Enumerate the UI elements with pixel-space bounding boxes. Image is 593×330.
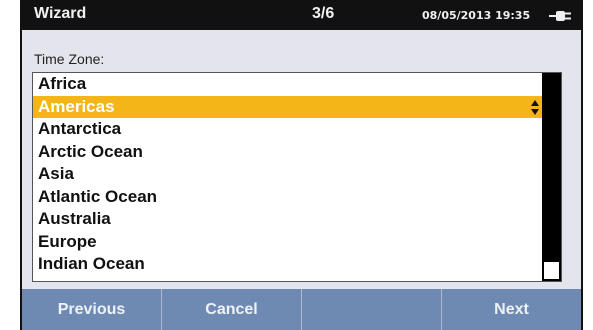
list-item-label: Atlantic Ocean	[38, 186, 158, 206]
blank-softkey[interactable]	[302, 289, 442, 330]
plug-icon	[549, 11, 571, 21]
datetime-display: 08/05/2013 19:35	[422, 9, 531, 22]
title-bar: Wizard 3/6 08/05/2013 19:35	[22, 0, 581, 30]
list-item-atlantic-ocean[interactable]: Atlantic Ocean	[33, 186, 542, 209]
list-item-label: Antarctica	[38, 119, 122, 138]
list-item-label: Arctic Ocean	[38, 141, 143, 161]
list-item-label: Australia	[38, 209, 111, 228]
cancel-button[interactable]: Cancel	[162, 289, 302, 330]
list-item-label: Africa	[38, 74, 87, 93]
list-item-europe[interactable]: Europe	[33, 231, 542, 254]
list-item-arctic-ocean[interactable]: Arctic Ocean	[33, 141, 542, 164]
list-item-label: Europe	[38, 231, 97, 251]
softkey-bar: Previous Cancel Next	[22, 289, 581, 330]
list-item-australia[interactable]: Australia	[33, 208, 542, 231]
timezone-list: Africa Americas Antarctica Arctic Ocean …	[33, 73, 542, 276]
list-item-label: Asia	[38, 164, 74, 183]
scrollbar[interactable]	[542, 73, 561, 281]
next-button[interactable]: Next	[442, 289, 581, 330]
step-indicator: 3/6	[312, 5, 335, 22]
list-item-asia[interactable]: Asia	[33, 163, 542, 186]
device-screen: Wizard 3/6 08/05/2013 19:35 Time Zone: A…	[20, 0, 583, 330]
list-item-label: Americas	[38, 96, 115, 116]
list-item-americas[interactable]: Americas	[33, 95, 542, 118]
list-item-africa[interactable]: Africa	[33, 73, 542, 96]
previous-button[interactable]: Previous	[22, 289, 162, 330]
list-item-indian-ocean[interactable]: Indian Ocean	[33, 253, 542, 276]
wizard-title: Wizard	[34, 5, 87, 22]
timezone-listbox[interactable]: Africa Americas Antarctica Arctic Ocean …	[32, 72, 562, 282]
list-item-antarctica[interactable]: Antarctica	[33, 118, 542, 141]
scrollbar-thumb[interactable]	[544, 262, 559, 279]
timezone-label: Time Zone:	[34, 51, 105, 67]
list-item-label: Indian Ocean	[38, 254, 145, 273]
up-down-arrows-icon	[531, 99, 539, 115]
